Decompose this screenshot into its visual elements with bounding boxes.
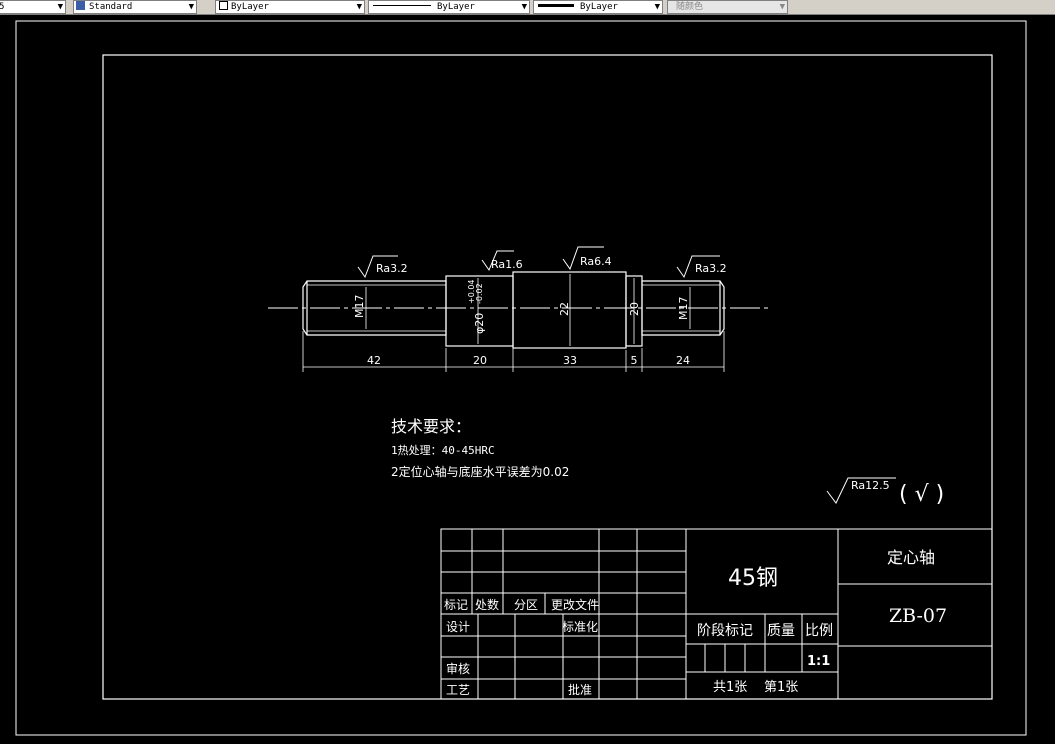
- review-label: 审核: [446, 661, 470, 676]
- length-label-2: 20: [473, 354, 487, 367]
- design-label: 设计: [446, 620, 470, 634]
- partial-dropdown[interactable]: 5 ▼: [0, 0, 66, 14]
- properties-toolbar: 5 ▼ Standard ▼ ByLayer ▼ ByLayer ▼ ByLay…: [0, 0, 1055, 15]
- dia-label-1: M17: [353, 295, 366, 319]
- drawing-svg: M17 φ20 +0.04 -0.02 22 20 M17 Ra3.2 Ra1.…: [0, 15, 1055, 740]
- general-roughness-mark: ( √ ): [899, 482, 944, 507]
- plot-style-value: 随颜色: [676, 2, 704, 12]
- tech-line-1: 1热处理：40-45HRC: [391, 444, 495, 457]
- dia-label-2: φ20: [473, 313, 486, 334]
- text-style-dropdown[interactable]: Standard ▼: [73, 0, 197, 14]
- material-text: 45钢: [728, 566, 778, 591]
- chevron-down-icon: ▼: [654, 2, 660, 12]
- linetype-value: ByLayer: [437, 2, 475, 12]
- plot-style-dropdown[interactable]: 随颜色 ▼: [667, 0, 788, 14]
- length-label-4: 5: [631, 354, 638, 367]
- header-change-doc: 更改文件: [551, 597, 599, 612]
- chevron-down-icon: ▼: [521, 2, 527, 12]
- roughness-label-2: Ra1.6: [491, 258, 523, 271]
- scale-label: 比例: [805, 623, 833, 639]
- stage-mark-label: 阶段标记: [697, 623, 753, 639]
- dia-label-4: 20: [628, 302, 641, 316]
- scale-value: 1:1: [807, 654, 830, 669]
- drawing-canvas[interactable]: M17 φ20 +0.04 -0.02 22 20 M17 Ra3.2 Ra1.…: [0, 15, 1055, 740]
- layer-dropdown[interactable]: ByLayer ▼: [215, 0, 365, 14]
- dia-label-5: M17: [677, 297, 690, 321]
- tech-line-2: 2定位心轴与底座水平误差为0.02: [391, 464, 569, 479]
- chevron-down-icon: ▼: [188, 2, 194, 12]
- lineweight-preview-icon: [538, 4, 574, 7]
- approve-label: 批准: [568, 682, 592, 697]
- general-roughness-label: Ra12.5: [851, 479, 890, 492]
- lineweight-value: ByLayer: [580, 2, 618, 12]
- dia-tol-lower: -0.02: [475, 283, 484, 304]
- tech-heading: 技术要求：: [391, 417, 471, 436]
- header-mark: 标记: [444, 598, 468, 612]
- part-name-text: 定心轴: [887, 548, 935, 567]
- roughness-label-3: Ra6.4: [580, 255, 612, 268]
- lineweight-dropdown[interactable]: ByLayer ▼: [533, 0, 663, 14]
- linetype-dropdown[interactable]: ByLayer ▼: [368, 0, 530, 14]
- header-zone: 分区: [514, 598, 538, 612]
- layer-value: ByLayer: [231, 2, 269, 12]
- chevron-down-icon: ▼: [779, 2, 785, 12]
- process-label: 工艺: [446, 683, 470, 697]
- text-style-value: Standard: [89, 2, 133, 12]
- color-swatch-icon: [219, 1, 228, 10]
- chevron-down-icon: ▼: [356, 2, 362, 12]
- standardize-label: 标准化: [562, 620, 598, 634]
- roughness-label-1: Ra3.2: [376, 262, 408, 275]
- text-style-icon: [76, 1, 85, 10]
- length-label-5: 24: [676, 354, 690, 367]
- chevron-down-icon: ▼: [57, 2, 63, 12]
- linetype-preview-icon: [373, 5, 431, 6]
- length-label-3: 33: [563, 354, 577, 367]
- drawing-number-text: ZB-07: [889, 605, 947, 627]
- roughness-label-4: Ra3.2: [695, 262, 727, 275]
- dia-label-3: 22: [558, 302, 571, 316]
- sheet-number-text: 第1张: [764, 680, 798, 695]
- header-count: 处数: [475, 597, 499, 612]
- total-sheets-text: 共1张: [713, 680, 747, 695]
- partial-dropdown-value: 5: [0, 2, 4, 12]
- length-label-1: 42: [367, 354, 381, 367]
- mass-label: 质量: [767, 623, 795, 639]
